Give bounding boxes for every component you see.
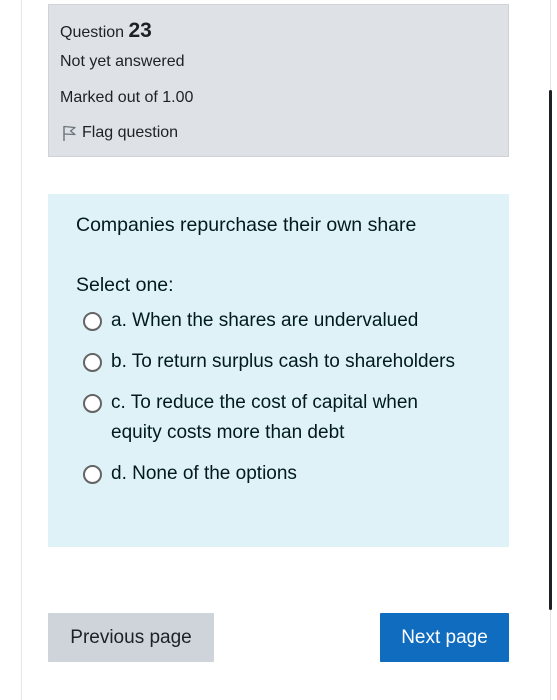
question-grade: Marked out of 1.00 (60, 89, 194, 106)
option-label: To return surplus cash to shareholders (131, 351, 455, 372)
option-label: When the shares are undervalued (132, 310, 419, 331)
option-label: To reduce the cost of capital when equit… (111, 392, 419, 443)
option-letter: a. (111, 310, 127, 331)
option-letter: c. (111, 392, 126, 413)
question-number: 23 (128, 19, 152, 42)
question-label: Question (60, 24, 125, 41)
option-label: None of the options (132, 463, 297, 484)
flag-question-toggle[interactable]: Flag question (60, 124, 508, 142)
question-heading: Question 23 (60, 19, 508, 49)
answer-option-c[interactable]: c. To reduce the cost of capital when eq… (76, 388, 509, 448)
radio-button[interactable] (83, 353, 102, 372)
previous-page-button[interactable]: Previous page (48, 613, 214, 662)
next-page-button[interactable]: Next page (380, 613, 509, 662)
radio-button[interactable] (83, 312, 102, 331)
question-formulation: Companies repurchase their own share Sel… (48, 194, 509, 547)
flag-icon (63, 125, 76, 141)
option-text: c. To reduce the cost of capital when eq… (111, 388, 461, 448)
answer-option-b[interactable]: b. To return surplus cash to shareholder… (76, 347, 509, 377)
option-text: a. When the shares are undervalued (111, 306, 461, 336)
option-text: b. To return surplus cash to shareholder… (111, 347, 461, 377)
scrollbar[interactable] (549, 90, 552, 610)
flag-question-label: Flag question (82, 124, 179, 141)
question-state: Not yet answered (60, 53, 185, 70)
question-text: Companies repurchase their own share (76, 214, 417, 236)
answer-option-d[interactable]: d. None of the options (76, 459, 509, 489)
option-letter: b. (111, 351, 127, 372)
answer-options: a. When the shares are undervalued b. To… (76, 306, 509, 489)
option-letter: d. (111, 463, 127, 484)
question-info-panel: Question 23 Not yet answered Marked out … (48, 4, 509, 157)
answer-prompt: Select one: (76, 274, 174, 296)
answer-option-a[interactable]: a. When the shares are undervalued (76, 306, 509, 336)
option-text: d. None of the options (111, 459, 461, 489)
radio-button[interactable] (83, 465, 102, 484)
radio-button[interactable] (83, 394, 102, 413)
